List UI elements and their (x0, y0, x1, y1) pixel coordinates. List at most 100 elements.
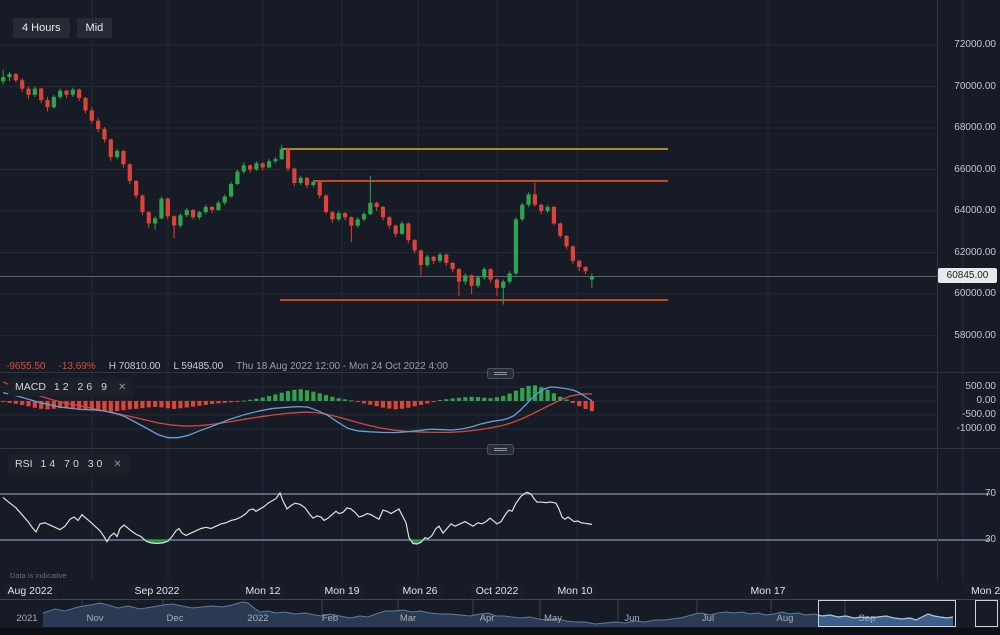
macd-histogram-bar (305, 390, 309, 401)
candle-body (375, 203, 379, 207)
macd-histogram-bar (115, 401, 119, 411)
candle-body (90, 110, 94, 120)
toolbar: 4 Hours Mid (13, 18, 112, 38)
candle-body (482, 269, 486, 277)
panel-resize-handle-rsi[interactable] (487, 444, 514, 455)
candle-body (400, 223, 404, 233)
candle-body (571, 246, 575, 261)
price-mode-button[interactable]: Mid (77, 18, 113, 38)
candle-body (387, 217, 391, 225)
period-high: H 70810.00 (109, 361, 161, 372)
macd-histogram-bar (7, 401, 11, 403)
candle-body (349, 217, 353, 225)
navigator-month-label: 2021 (16, 613, 37, 624)
macd-histogram-bar (577, 401, 581, 406)
macd-histogram-bar (571, 401, 575, 403)
macd-histogram-bar (242, 401, 246, 402)
panel-resize-handle-macd[interactable] (487, 368, 514, 379)
macd-histogram-bar (210, 401, 214, 404)
candle-body (115, 151, 119, 157)
candle-body (242, 165, 246, 171)
macd-histogram-bar (172, 401, 176, 409)
price-axis-label: 70000.00 (954, 81, 996, 92)
candle-body (299, 178, 303, 183)
date-range: Thu 18 Aug 2022 12:00 - Mon 24 Oct 2022 … (236, 361, 448, 372)
chart-canvas[interactable] (0, 0, 1000, 635)
candle-body (539, 205, 543, 211)
candle-body (533, 194, 537, 204)
macd-histogram-bar (583, 401, 587, 409)
macd-histogram-bar (147, 401, 151, 407)
macd-histogram-bar (482, 398, 486, 401)
candle-body (121, 151, 125, 164)
macd-histogram-bar (406, 401, 410, 408)
macd-histogram-bar (223, 401, 227, 403)
macd-histogram-bar (476, 397, 480, 401)
candle-body (58, 91, 62, 97)
macd-close-icon[interactable]: ✕ (118, 382, 126, 393)
candle-body (20, 80, 24, 88)
candle-body (172, 216, 176, 225)
candle-body (451, 263, 455, 269)
macd-histogram-bar (330, 397, 334, 401)
candle-body (343, 213, 347, 217)
candle-body (394, 226, 398, 234)
candle-body (210, 207, 214, 210)
price-axis-label: 72000.00 (954, 39, 996, 50)
macd-histogram-bar (470, 397, 474, 401)
macd-histogram-bar (520, 388, 524, 401)
chart-app: 4 Hours Mid -9655.50 -13.69% H 70810.00 … (0, 0, 1000, 635)
candle-body (564, 236, 568, 246)
macd-histogram-bar (508, 394, 512, 401)
macd-histogram-bar (311, 392, 315, 401)
candle-body (159, 199, 163, 219)
macd-histogram-bar (526, 386, 530, 401)
candle-body (261, 163, 265, 167)
macd-histogram-bar (235, 401, 239, 402)
candle-body (501, 282, 505, 288)
macd-histogram-bar (387, 401, 391, 409)
navigator-month-label: Mar (400, 613, 416, 624)
candle-body (318, 182, 322, 195)
candle-body (96, 121, 100, 129)
period-low: L 59485.00 (173, 361, 223, 372)
indicative-note: Data is indicative (10, 571, 67, 580)
candle-body (248, 165, 252, 169)
candle-body (324, 195, 328, 212)
rsi-legend: RSI 14 70 30 ✕ (8, 455, 129, 473)
candle-body (52, 97, 56, 107)
macd-histogram-bar (204, 401, 208, 405)
candle-body (463, 275, 467, 281)
macd-params: 12 26 9 (54, 381, 110, 393)
navigator-month-label: Apr (480, 613, 495, 624)
candle-body (235, 172, 239, 184)
scrollbar-track[interactable] (0, 628, 1000, 635)
candle-body (406, 223, 410, 240)
candle-body (178, 215, 182, 225)
rsi-label: RSI (15, 458, 33, 470)
price-axis-label: 68000.00 (954, 122, 996, 133)
candle-body (286, 149, 290, 169)
candle-body (337, 213, 341, 219)
navigator-right-box[interactable] (976, 601, 998, 627)
candle-body (362, 214, 366, 219)
navigator-month-label: May (544, 613, 562, 624)
macd-histogram-bar (273, 394, 277, 401)
macd-histogram-bar (368, 401, 372, 405)
candle-body (14, 74, 18, 80)
macd-histogram-bar (438, 400, 442, 401)
candle-body (330, 212, 334, 219)
macd-histogram-bar (299, 389, 303, 401)
macd-histogram-bar (14, 401, 18, 404)
candle-body (489, 269, 493, 279)
macd-histogram-bar (261, 398, 265, 402)
macd-histogram-bar (267, 396, 271, 401)
candle-body (197, 212, 201, 217)
rsi-close-icon[interactable]: ✕ (113, 459, 121, 470)
navigator-month-label: Sep (859, 613, 876, 624)
interval-button[interactable]: 4 Hours (13, 18, 70, 38)
candle-body (39, 89, 43, 100)
macd-histogram-bar (280, 393, 284, 401)
time-axis-label: Aug 2022 (3, 584, 58, 598)
candle-body (64, 91, 68, 95)
